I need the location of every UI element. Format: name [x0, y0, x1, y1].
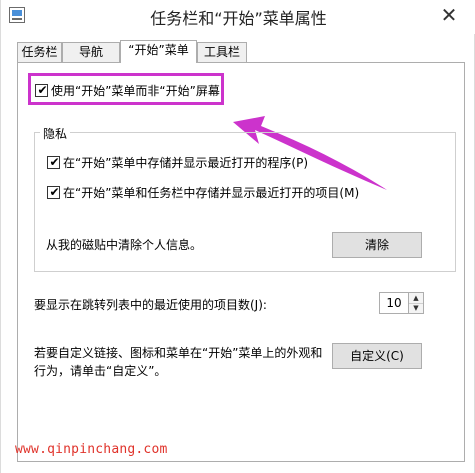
properties-window: 任务栏和“开始”菜单属性 ✕ 任务栏 导航 “开始”菜单 工具栏 ✔ 使用“开始…	[0, 0, 475, 473]
tab-navigation[interactable]: 导航	[62, 42, 120, 62]
jump-list-count-input[interactable]: 10	[379, 292, 409, 314]
checkmark-icon: ✔	[49, 155, 60, 169]
store-items-label[interactable]: 在“开始”菜单和任务栏中存储并显示最近打开的项目(M)	[63, 184, 359, 201]
privacy-group-title: 隐私	[40, 125, 71, 142]
window-title: 任务栏和“开始”菜单属性	[150, 9, 327, 28]
jump-list-count-label: 要显示在跳转列表中的最近使用的项目数(J):	[34, 298, 267, 312]
highlight-box	[28, 73, 224, 105]
jump-list-count-stepper: ▲ ▼	[409, 292, 424, 314]
clear-button[interactable]: 清除	[332, 232, 422, 258]
customize-text-line2: 行为，请单击“自定义”。	[34, 364, 167, 378]
tab-start-menu[interactable]: “开始”菜单	[120, 40, 197, 63]
customize-text-line1: 若要自定义链接、图标和菜单在“开始”菜单上的外观和	[34, 346, 323, 360]
title-bar: 任务栏和“开始”菜单属性 ✕	[1, 0, 475, 34]
close-button[interactable]: ✕	[431, 4, 467, 28]
spin-down-icon[interactable]: ▼	[409, 303, 423, 313]
watermark-text: www.qinpinchang.com	[15, 442, 168, 457]
store-programs-checkbox[interactable]: ✔	[47, 155, 60, 169]
clear-tiles-text: 从我的磁贴中清除个人信息。	[46, 238, 203, 252]
tab-toolbars[interactable]: 工具栏	[197, 42, 247, 62]
store-programs-label[interactable]: 在“开始”菜单中存储并显示最近打开的程序(P)	[63, 154, 308, 171]
tab-taskbar[interactable]: 任务栏	[17, 42, 62, 62]
checkmark-icon: ✔	[49, 185, 60, 199]
store-items-checkbox[interactable]: ✔	[47, 185, 60, 199]
customize-button[interactable]: 自定义(C)	[332, 343, 422, 369]
